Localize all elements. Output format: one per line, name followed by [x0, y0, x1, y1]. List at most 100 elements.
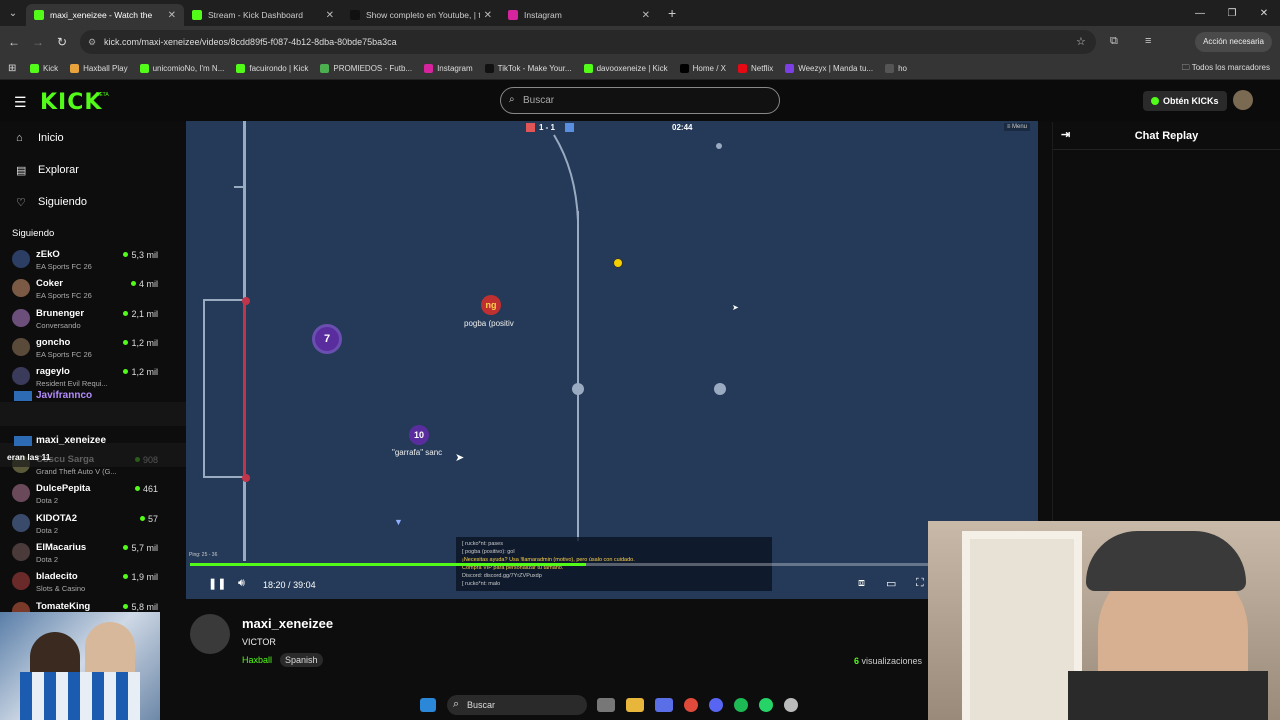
channel-viewers: 1,2 mil [123, 367, 158, 377]
bookmark-item[interactable]: PROMIEDOS - Futb... [320, 64, 412, 73]
spotify-icon[interactable] [734, 698, 748, 712]
ping-readout: Ping: 25 - 36 [189, 552, 218, 558]
channel-viewers: 461 [135, 484, 158, 494]
theater-mode-icon[interactable]: ▭ [886, 577, 896, 590]
kick-logo[interactable]: KICK [40, 90, 102, 115]
forward-icon[interactable]: → [26, 35, 50, 49]
tab-search-icon[interactable]: ⌄ [0, 8, 26, 19]
game-chat-line: [ rucko*nt: malo [462, 581, 501, 587]
browser-tab[interactable]: Stream - Kick Dashboard ✕ [184, 4, 342, 26]
followed-channel[interactable]: ElMacarius Dota 2 5,7 mil [0, 538, 170, 567]
pause-icon[interactable]: ❚❚ [208, 577, 226, 590]
stream-category[interactable]: Haxball [242, 655, 272, 665]
all-bookmarks[interactable]: 🗀 Todos los marcadores [1182, 62, 1270, 76]
channel-category: EA Sports FC 26 [36, 349, 92, 359]
sidebar-item-inicio[interactable]: ⌂ Inicio [0, 122, 170, 154]
close-window-icon[interactable]: ✕ [1248, 8, 1280, 19]
close-tab-icon[interactable]: ✕ [326, 10, 334, 21]
duration: 39:04 [293, 580, 316, 590]
bookmark-item[interactable]: unicomioNo, I'm N... [139, 64, 224, 73]
extensions-icon[interactable]: ⧉ [1110, 35, 1118, 48]
sidebar-item-siguiendo[interactable]: ♡ Siguiendo [0, 186, 170, 218]
windows-start-icon[interactable] [420, 698, 436, 712]
action-needed-button[interactable]: Acción necesaria [1195, 32, 1272, 52]
close-tab-icon[interactable]: ✕ [642, 10, 650, 21]
reload-icon[interactable]: ↻ [50, 35, 74, 49]
video-player[interactable]: 1 - 1 02:44 ≡ Menu 7 ng pogba (positiv 1… [186, 121, 1038, 599]
channel-avatar [12, 484, 30, 503]
minimize-icon[interactable]: — [1184, 8, 1216, 19]
followed-channel[interactable]: Brunenger Conversando 2,1 mil [0, 304, 170, 333]
bookmark-favicon-icon [236, 64, 246, 73]
bookmark-item[interactable]: TikTok - Make Your... [484, 64, 572, 73]
site-info-icon[interactable]: ⚙ [88, 37, 96, 48]
user-avatar[interactable] [1233, 90, 1253, 110]
file-explorer-icon[interactable] [626, 698, 644, 712]
bookmark-item[interactable]: facuirondo | Kick [236, 64, 308, 73]
apps-grid-icon[interactable]: ⊞ [8, 63, 16, 74]
copilot-icon[interactable] [655, 698, 673, 712]
whatsapp-icon[interactable] [759, 698, 773, 712]
bookmark-item[interactable]: Netflix [737, 64, 773, 73]
bookmark-item[interactable]: Weezyx | Manda tu... [785, 64, 873, 73]
chrome-icon[interactable] [684, 698, 698, 712]
followed-channel[interactable]: Coker EA Sports FC 26 4 mil [0, 274, 170, 303]
close-tab-icon[interactable]: ✕ [168, 10, 176, 21]
current-time: 18:20 [263, 580, 286, 590]
channel-avatar [12, 250, 30, 268]
volume-icon[interactable]: 🔊︎ [238, 577, 245, 590]
new-tab-button[interactable]: + [668, 5, 676, 21]
channel-avatar [12, 542, 30, 561]
bookmark-item[interactable]: Kick [30, 64, 58, 73]
bookmark-item[interactable]: Home / X [679, 64, 726, 73]
back-icon[interactable]: ← [2, 35, 26, 49]
followed-channel[interactable]: bladecito Slots & Casino 1,9 mil [0, 567, 170, 596]
bookmark-star-icon[interactable]: ☆ [1076, 35, 1086, 48]
direction-marker-icon: ▼ [394, 517, 403, 527]
close-tab-icon[interactable]: ✕ [484, 10, 492, 21]
streamer-avatar[interactable] [190, 614, 230, 654]
followed-channel[interactable]: goncho EA Sports FC 26 1,2 mil [0, 333, 170, 362]
pip-icon[interactable]: ⧈ [858, 577, 865, 590]
bookmark-label: Weezyx | Manda tu... [798, 64, 874, 73]
pitch-dot [714, 383, 726, 395]
bookmark-favicon-icon [737, 64, 747, 73]
score: 1 - 1 [539, 123, 556, 132]
goal-box-top [203, 299, 245, 301]
url-field[interactable]: ⚙ kick.com/maxi-xeneizee/videos/8cdd89f5… [80, 30, 1096, 54]
streamer-name[interactable]: maxi_xeneizee [242, 616, 333, 631]
followed-channel[interactable]: zEkO EA Sports FC 26 5,3 mil [0, 245, 170, 274]
bookmark-item[interactable]: davooxeneize | Kick [583, 64, 668, 73]
browser-tab[interactable]: maxi_xeneizee - Watch the ✕ [26, 4, 184, 26]
collapse-chat-icon[interactable]: ⇥ [1061, 128, 1070, 141]
steam-icon[interactable] [784, 698, 798, 712]
bookmark-item[interactable]: Instagram [424, 64, 473, 73]
discord-icon[interactable] [709, 698, 723, 712]
sidebar-item-explorar[interactable]: ▤ Explorar [0, 154, 170, 186]
search-input[interactable]: ⌕ Buscar [500, 87, 780, 114]
fullscreen-icon[interactable]: ⛶ [916, 577, 924, 590]
explore-icon: ▤ [16, 164, 27, 177]
followed-channel[interactable]: KIDOTA2 Dota 2 57 [0, 509, 170, 538]
followed-channel[interactable]: DulcePepita Dota 2 461 [0, 479, 170, 508]
browser-tab[interactable]: Instagram ✕ [500, 4, 658, 26]
followed-channel[interactable]: TomateKing 5,8 mil [0, 597, 170, 612]
taskbar-search[interactable]: Buscar [447, 695, 587, 715]
bookmark-label: Haxball Play [83, 64, 128, 73]
progress-bar[interactable] [190, 563, 1034, 566]
tab-favicon-icon [34, 10, 44, 20]
browser-tab[interactable]: Show completo en Youtube, | ti ✕ [342, 4, 500, 26]
menu-icon[interactable]: ☰ [14, 94, 27, 111]
language-tag[interactable]: Spanish [280, 653, 323, 667]
get-kicks-button[interactable]: Obtén KICKs [1143, 91, 1227, 111]
followed-channel[interactable]: rageylo Resident Evil Requi... 1,2 mil [0, 362, 170, 391]
bookmark-item[interactable]: ho [885, 64, 907, 73]
player-name: "garrafa" sanc [392, 448, 443, 457]
bookmark-item[interactable]: Haxball Play [70, 64, 128, 73]
media-icon[interactable]: ≡ [1145, 35, 1151, 47]
task-view-icon[interactable] [597, 698, 615, 712]
restore-icon[interactable]: ❐ [1216, 8, 1248, 19]
channel-viewers: 5,7 mil [123, 543, 158, 553]
channel-avatar [12, 513, 30, 532]
bookmark-label: TikTok - Make Your... [497, 64, 572, 73]
